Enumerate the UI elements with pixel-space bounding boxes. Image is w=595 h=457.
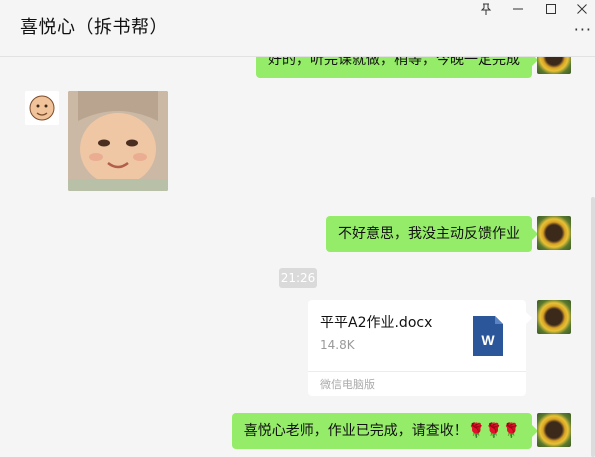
pin-icon xyxy=(480,3,492,15)
word-document-icon: W xyxy=(473,316,503,356)
more-options-button[interactable]: ··· xyxy=(574,22,592,38)
contact-avatar-image xyxy=(25,91,59,125)
my-avatar[interactable] xyxy=(537,413,571,447)
scrollbar[interactable] xyxy=(591,197,595,457)
close-icon xyxy=(577,4,587,14)
minimize-icon xyxy=(513,8,523,10)
file-size: 14.8K xyxy=(320,338,355,352)
chat-header: 喜悦心（拆书帮） ··· xyxy=(0,0,595,57)
file-source-label: 微信电脑版 xyxy=(320,378,375,391)
minimize-button[interactable] xyxy=(505,0,531,18)
my-avatar[interactable] xyxy=(537,216,571,250)
message-bubble[interactable]: 不好意思，我没主动反馈作业 xyxy=(326,216,538,252)
my-avatar[interactable] xyxy=(537,57,571,74)
divider xyxy=(308,371,526,372)
my-avatar[interactable] xyxy=(537,300,571,334)
message-bubble[interactable]: 好的，听完课就做，稍等，今晚一定完成 xyxy=(256,57,538,78)
maximize-icon xyxy=(546,4,556,14)
file-message-card[interactable]: 平平A2作业.docx 14.8K W 微信电脑版 xyxy=(308,300,532,396)
close-button[interactable] xyxy=(569,0,595,18)
file-name: 平平A2作业.docx xyxy=(320,315,433,331)
word-icon-letter: W xyxy=(481,332,495,348)
chat-title: 喜悦心（拆书帮） xyxy=(20,17,168,38)
contact-avatar[interactable] xyxy=(25,91,59,125)
message-list[interactable]: 好的，听完课就做，稍等，今晚一定完成 不好意思，我没主动反馈作业 21:26 平… xyxy=(0,57,595,457)
pin-button[interactable] xyxy=(473,0,499,18)
message-bubble[interactable]: 喜悦心老师，作业已完成，请查收！🌹🌹🌹 xyxy=(231,413,539,449)
sticker-image xyxy=(68,91,168,191)
timestamp: 21:26 xyxy=(279,268,317,288)
baby-smile-sticker[interactable] xyxy=(68,91,168,191)
maximize-button[interactable] xyxy=(538,0,564,18)
